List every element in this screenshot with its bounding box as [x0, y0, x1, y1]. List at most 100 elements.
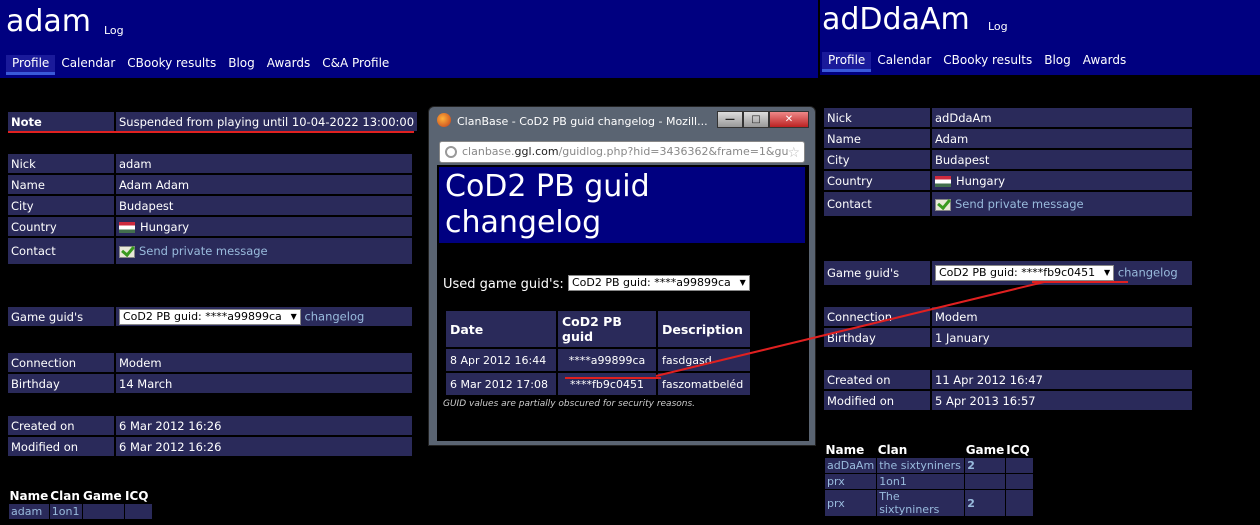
clan-name-link[interactable]: 1on1 [48, 503, 83, 520]
field-label: City [8, 196, 114, 215]
clan-game-cell: 2 [964, 489, 1006, 517]
tab-profile[interactable]: Profile [6, 55, 56, 75]
guid-label: Game guid's [8, 307, 114, 326]
log-link[interactable]: Log [988, 20, 1008, 33]
field-label: Contact [8, 238, 114, 264]
clan-icq-cell [123, 503, 153, 520]
tab-cbooky-results[interactable]: CBooky results [121, 55, 222, 75]
field-label: Contact [824, 192, 930, 216]
url-path: /guidlog.php?hid=3436362&frame=1&gu [558, 145, 789, 158]
field-label: Connection [824, 307, 930, 326]
table-row: adDaAm the sixtyniners 2 [823, 457, 1034, 474]
field-value: 11 Apr 2012 16:47 [930, 370, 1192, 389]
send-private-message-link[interactable]: Send private message [139, 244, 268, 258]
clan-game-cell: 2 [964, 457, 1006, 474]
field-value: adam [114, 154, 412, 173]
tab-awards[interactable]: Awards [261, 55, 316, 75]
description-cell: faszomatbeléd [658, 373, 750, 395]
note-label: Note [8, 112, 114, 131]
right-profile-panel: adDdaAm Log Profile Calendar CBooky resu… [820, 0, 1260, 525]
field-value: 1 January [930, 328, 1192, 347]
profile-tabs: Profile Calendar CBooky results Blog Awa… [822, 52, 1132, 72]
maximize-button[interactable]: □ [743, 111, 769, 128]
message-icon [935, 198, 951, 211]
guid-row: Game guid's CoD2 PB guid: ****fb9c0451 ▼ … [824, 261, 1192, 285]
url-host: ggl.com [514, 145, 559, 158]
guid-select-value: CoD2 PB guid: ****fb9c0451 [939, 266, 1096, 279]
used-guids-label: Used game guid's: [443, 277, 564, 292]
tab-calendar[interactable]: Calendar [55, 55, 121, 75]
clan-table: Name Clan Game ICQ adDaAm the sixtyniner… [823, 443, 1034, 517]
field-value: Adam [930, 129, 1192, 148]
clan-member-link[interactable]: prx [823, 489, 878, 517]
column-header: ICQ [124, 489, 152, 504]
tab-cbooky-results[interactable]: CBooky results [937, 52, 1038, 72]
contact-value: Send private message [930, 192, 1192, 216]
tab-blog[interactable]: Blog [1038, 52, 1077, 72]
used-guid-select[interactable]: CoD2 PB guid: ****a99899ca ▼ [568, 275, 750, 291]
tab-awards[interactable]: Awards [1077, 52, 1132, 72]
field-value: 14 March [114, 374, 412, 393]
close-button[interactable]: ✕ [769, 111, 809, 128]
tab-calendar[interactable]: Calendar [871, 52, 937, 72]
window-title: ClanBase - CoD2 PB guid changelog - Mozi… [457, 115, 708, 128]
note-table: Note Suspended from playing until 10-04-… [8, 110, 418, 133]
info-row: Created on 6 Mar 2012 16:26 [8, 416, 412, 435]
profile-tabs: Profile Calendar CBooky results Blog Awa… [6, 55, 395, 75]
hungary-flag-icon [119, 221, 135, 233]
guid-select[interactable]: CoD2 PB guid: ****a99899ca ▼ [119, 308, 301, 325]
info-row: Modified on 5 Apr 2013 16:57 [824, 391, 1192, 410]
changelog-link[interactable]: changelog [1118, 266, 1178, 280]
popup-page-content: CoD2 PB guid changelog Used game guid's:… [437, 165, 809, 441]
info-row: Contact Send private message [8, 238, 412, 264]
column-header: Name [824, 443, 877, 458]
info-row: Name Adam [824, 129, 1192, 148]
clan-header-row: Name Clan Game ICQ [8, 489, 152, 504]
field-label: Country [824, 171, 930, 190]
clan-member-link[interactable]: adam [8, 503, 50, 520]
changelog-link[interactable]: changelog [304, 309, 364, 323]
field-value: Modem [114, 353, 412, 372]
country-value: Hungary [930, 171, 1192, 190]
url-prefix: clanbase. [462, 145, 515, 158]
column-header: Clan [49, 489, 82, 504]
tab-blog[interactable]: Blog [222, 55, 261, 75]
tab-ca-profile[interactable]: C&A Profile [316, 55, 395, 75]
clan-game-cell [964, 473, 1006, 490]
clan-member-link[interactable]: prx [823, 473, 878, 490]
clan-table: Name Clan Game ICQ adam 1on1 [8, 489, 153, 520]
info-row: Connection Modem [824, 307, 1192, 326]
clan-name-link[interactable]: 1on1 [876, 473, 966, 490]
country-name: Hungary [140, 219, 190, 234]
log-link[interactable]: Log [104, 24, 124, 37]
clan-name-link[interactable]: The sixtyniners [876, 489, 966, 517]
table-row: 8 Apr 2012 16:44 ****a99899ca fasdgasd [446, 349, 750, 371]
column-header: Game [82, 489, 124, 504]
chevron-down-icon: ▼ [290, 311, 297, 321]
info-row: Name Adam Adam [8, 175, 412, 194]
field-label: Birthday [8, 374, 114, 393]
guid-table: Game guid's CoD2 PB guid: ****a99899ca ▼ … [8, 305, 412, 328]
url-bar[interactable]: clanbase.ggl.com/guidlog.php?hid=3436362… [439, 141, 805, 163]
clan-icq-cell [1004, 457, 1034, 474]
country-value: Hungary [114, 217, 412, 236]
field-value: Budapest [930, 150, 1192, 169]
bookmark-star-icon[interactable]: ☆ [787, 143, 800, 162]
hungary-flag-icon [935, 175, 951, 187]
tab-profile[interactable]: Profile [822, 52, 872, 72]
send-private-message-link[interactable]: Send private message [955, 197, 1084, 211]
guid-select[interactable]: CoD2 PB guid: ****fb9c0451 ▼ [935, 265, 1115, 281]
field-label: Country [8, 217, 114, 236]
column-header: Description [658, 311, 750, 347]
column-header: ICQ [1005, 443, 1034, 458]
clan-name-link[interactable]: the sixtyniners [876, 457, 966, 474]
info-row: Modified on 6 Mar 2012 16:26 [8, 437, 412, 456]
minimize-button[interactable]: — [717, 111, 743, 128]
column-header: Clan [876, 443, 965, 458]
window-titlebar[interactable]: ClanBase - CoD2 PB guid changelog - Mozi… [429, 107, 815, 133]
clan-member-link[interactable]: adDaAm [823, 457, 878, 474]
connection-table: Connection Modem Birthday 14 March [8, 351, 412, 395]
field-value: 5 Apr 2013 16:57 [930, 391, 1192, 410]
field-label: Name [8, 175, 114, 194]
field-label: Modified on [8, 437, 114, 456]
